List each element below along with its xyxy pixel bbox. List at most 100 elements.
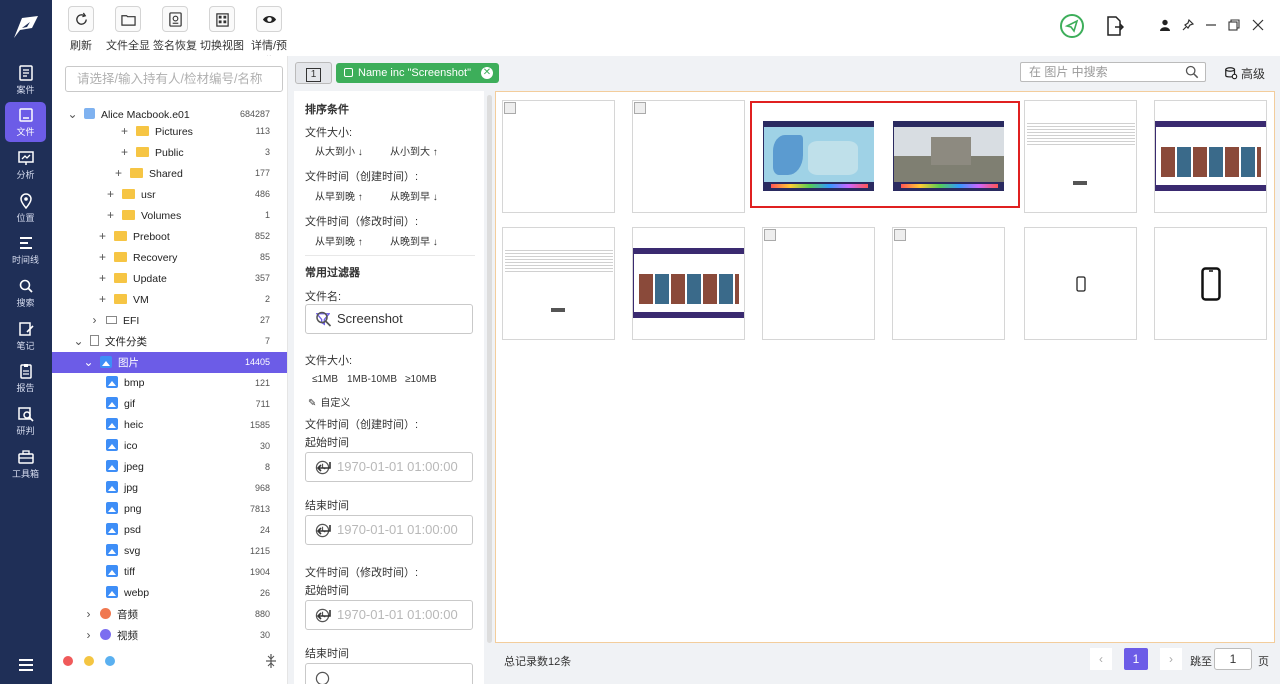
tree-row[interactable]: + Recovery 85 — [52, 247, 287, 268]
pin-icon[interactable] — [1182, 19, 1194, 31]
image-search-input[interactable]: 在 图片 中搜索 — [1020, 62, 1206, 82]
thumbnail[interactable] — [1024, 227, 1137, 340]
expand-icon[interactable]: + — [97, 247, 108, 268]
thumbnail-street-screenshot[interactable] — [892, 100, 1005, 213]
filter-panel-scrollbar[interactable] — [487, 95, 492, 643]
thumbnail[interactable] — [892, 227, 1005, 340]
sort-ctime-asc[interactable]: 从早到晚 ↑ — [315, 188, 363, 203]
nav-item-toolbox[interactable]: 工具箱 — [5, 444, 46, 484]
tree-row[interactable]: + usr 486 — [52, 184, 287, 205]
chip-close-icon[interactable]: ✕ — [481, 67, 493, 79]
expand-icon[interactable]: + — [105, 184, 116, 205]
ctime-end-input[interactable]: 1970-01-01 01:00:00 — [305, 515, 473, 545]
mtime-end-input[interactable] — [305, 663, 473, 684]
tree-row[interactable]: + Preboot 852 — [52, 226, 287, 247]
restore-icon[interactable] — [1228, 19, 1240, 31]
tree-row[interactable]: ⌄ 文件分类 7 — [52, 331, 287, 352]
tree-row[interactable]: gif 711 — [52, 394, 287, 415]
index-tab[interactable]: 1 — [295, 62, 332, 84]
nav-item-note[interactable]: 笔记 — [5, 316, 46, 356]
nav-item-timeline[interactable]: 时间线 — [5, 230, 46, 270]
expand-icon[interactable]: + — [97, 268, 108, 289]
tree-row[interactable]: › 音频 880 — [52, 604, 287, 625]
tree-row[interactable]: webp 26 — [52, 583, 287, 604]
tree-row[interactable]: heic 1585 — [52, 415, 287, 436]
collapse-icon[interactable]: ⌄ — [83, 352, 94, 373]
tree-row[interactable]: ico 30 — [52, 436, 287, 457]
filter-chip[interactable]: Name inc "Screenshot" ✕ — [336, 63, 499, 83]
collapse-all-icon[interactable] — [265, 653, 277, 669]
tree-row[interactable]: + Shared 177 — [52, 163, 287, 184]
minimize-icon[interactable] — [1205, 19, 1217, 31]
user-icon[interactable] — [1159, 19, 1171, 31]
tree-row[interactable]: tiff 1904 — [52, 562, 287, 583]
enter-icon[interactable] — [315, 607, 332, 623]
tree-row[interactable]: + Public 3 — [52, 142, 287, 163]
nav-item-file[interactable]: 文件 — [5, 102, 46, 142]
expand-icon[interactable]: + — [105, 205, 116, 226]
ctime-start-input[interactable]: 1970-01-01 01:00:00 — [305, 452, 473, 482]
nav-item-report[interactable]: 报告 — [5, 358, 46, 398]
signature-recovery-button[interactable]: 签名恢复 — [152, 6, 198, 53]
nav-item-case[interactable]: 案件 — [5, 60, 46, 100]
sort-mtime-asc[interactable]: 从早到晚 ↑ — [315, 233, 363, 248]
thumbnail[interactable] — [1024, 100, 1137, 213]
refresh-button[interactable]: 刷新 — [68, 6, 94, 53]
expand-icon[interactable]: + — [119, 142, 130, 163]
thumbnail[interactable] — [1154, 100, 1267, 213]
tree-row[interactable]: + Update 357 — [52, 268, 287, 289]
search-icon[interactable] — [1185, 65, 1199, 79]
tree-row-selected[interactable]: ⌄ 图片 14405 — [52, 352, 287, 373]
enter-icon[interactable] — [315, 522, 332, 538]
expand-icon[interactable]: + — [113, 163, 124, 184]
sort-mtime-desc[interactable]: 从晚到早 ↓ — [390, 233, 438, 248]
evidence-search-input[interactable]: 请选择/输入持有人/检材编号/名称 — [65, 66, 283, 92]
tree-row[interactable]: + Volumes 1 — [52, 205, 287, 226]
chevron-right-icon[interactable]: › — [83, 604, 94, 625]
chevron-right-icon[interactable]: › — [83, 625, 94, 646]
tree-row[interactable]: png 7813 — [52, 499, 287, 520]
expand-icon[interactable]: + — [119, 121, 130, 142]
collapse-icon[interactable]: ⌄ — [73, 331, 84, 352]
sort-size-asc[interactable]: 从小到大 ↑ — [390, 143, 438, 158]
send-icon[interactable] — [1059, 13, 1085, 39]
tree-row[interactable]: svg 1215 — [52, 541, 287, 562]
nav-item-judge[interactable]: 研判 — [5, 401, 46, 441]
tree-row[interactable]: psd 24 — [52, 520, 287, 541]
page-number-button[interactable]: 1 — [1124, 648, 1148, 670]
tree-row[interactable]: jpeg 8 — [52, 457, 287, 478]
show-all-files-button[interactable]: 文件全显 — [105, 6, 151, 53]
expand-icon[interactable]: + — [97, 289, 108, 310]
thumbnail[interactable] — [632, 227, 745, 340]
mtime-start-input[interactable]: 1970-01-01 01:00:00 — [305, 600, 473, 630]
switch-view-button[interactable]: 切换视图 — [199, 6, 245, 53]
tree-row[interactable]: › EFI 27 — [52, 310, 287, 331]
export-icon[interactable] — [1106, 16, 1124, 36]
tree-row[interactable]: + VM 2 — [52, 289, 287, 310]
custom-size-option[interactable]: ✎ 自定义 — [308, 394, 350, 409]
tree-row[interactable]: › 视频 30 — [52, 625, 287, 646]
tree-row[interactable]: jpg 968 — [52, 478, 287, 499]
thumbnail[interactable] — [1154, 227, 1267, 340]
enter-icon[interactable] — [315, 459, 332, 475]
filename-filter-input[interactable]: Screenshot — [305, 304, 473, 334]
prev-page-button[interactable]: ‹ — [1090, 648, 1112, 670]
search-icon[interactable] — [315, 311, 332, 327]
thumbnail[interactable] — [632, 100, 745, 213]
thumbnail[interactable] — [762, 227, 875, 340]
next-page-button[interactable]: › — [1160, 648, 1182, 670]
sort-size-desc[interactable]: 从大到小 ↓ — [315, 143, 363, 158]
advanced-search-button[interactable]: 高级 — [1224, 65, 1265, 83]
nav-item-search[interactable]: 搜索 — [5, 273, 46, 313]
size-option-3[interactable]: ≥10MB — [405, 374, 437, 385]
size-option-1[interactable]: ≤1MB — [312, 374, 338, 385]
tree-row[interactable]: bmp 121 — [52, 373, 287, 394]
thumbnail[interactable] — [502, 227, 615, 340]
nav-item-location[interactable]: 位置 — [5, 188, 46, 228]
thumbnail[interactable] — [502, 100, 615, 213]
menu-icon[interactable] — [18, 658, 34, 672]
size-option-2[interactable]: 1MB-10MB — [347, 374, 397, 385]
chevron-right-icon[interactable]: › — [89, 310, 100, 331]
tree-row[interactable]: + Pictures 113 — [52, 121, 287, 142]
jump-page-input[interactable]: 1 — [1214, 648, 1252, 670]
